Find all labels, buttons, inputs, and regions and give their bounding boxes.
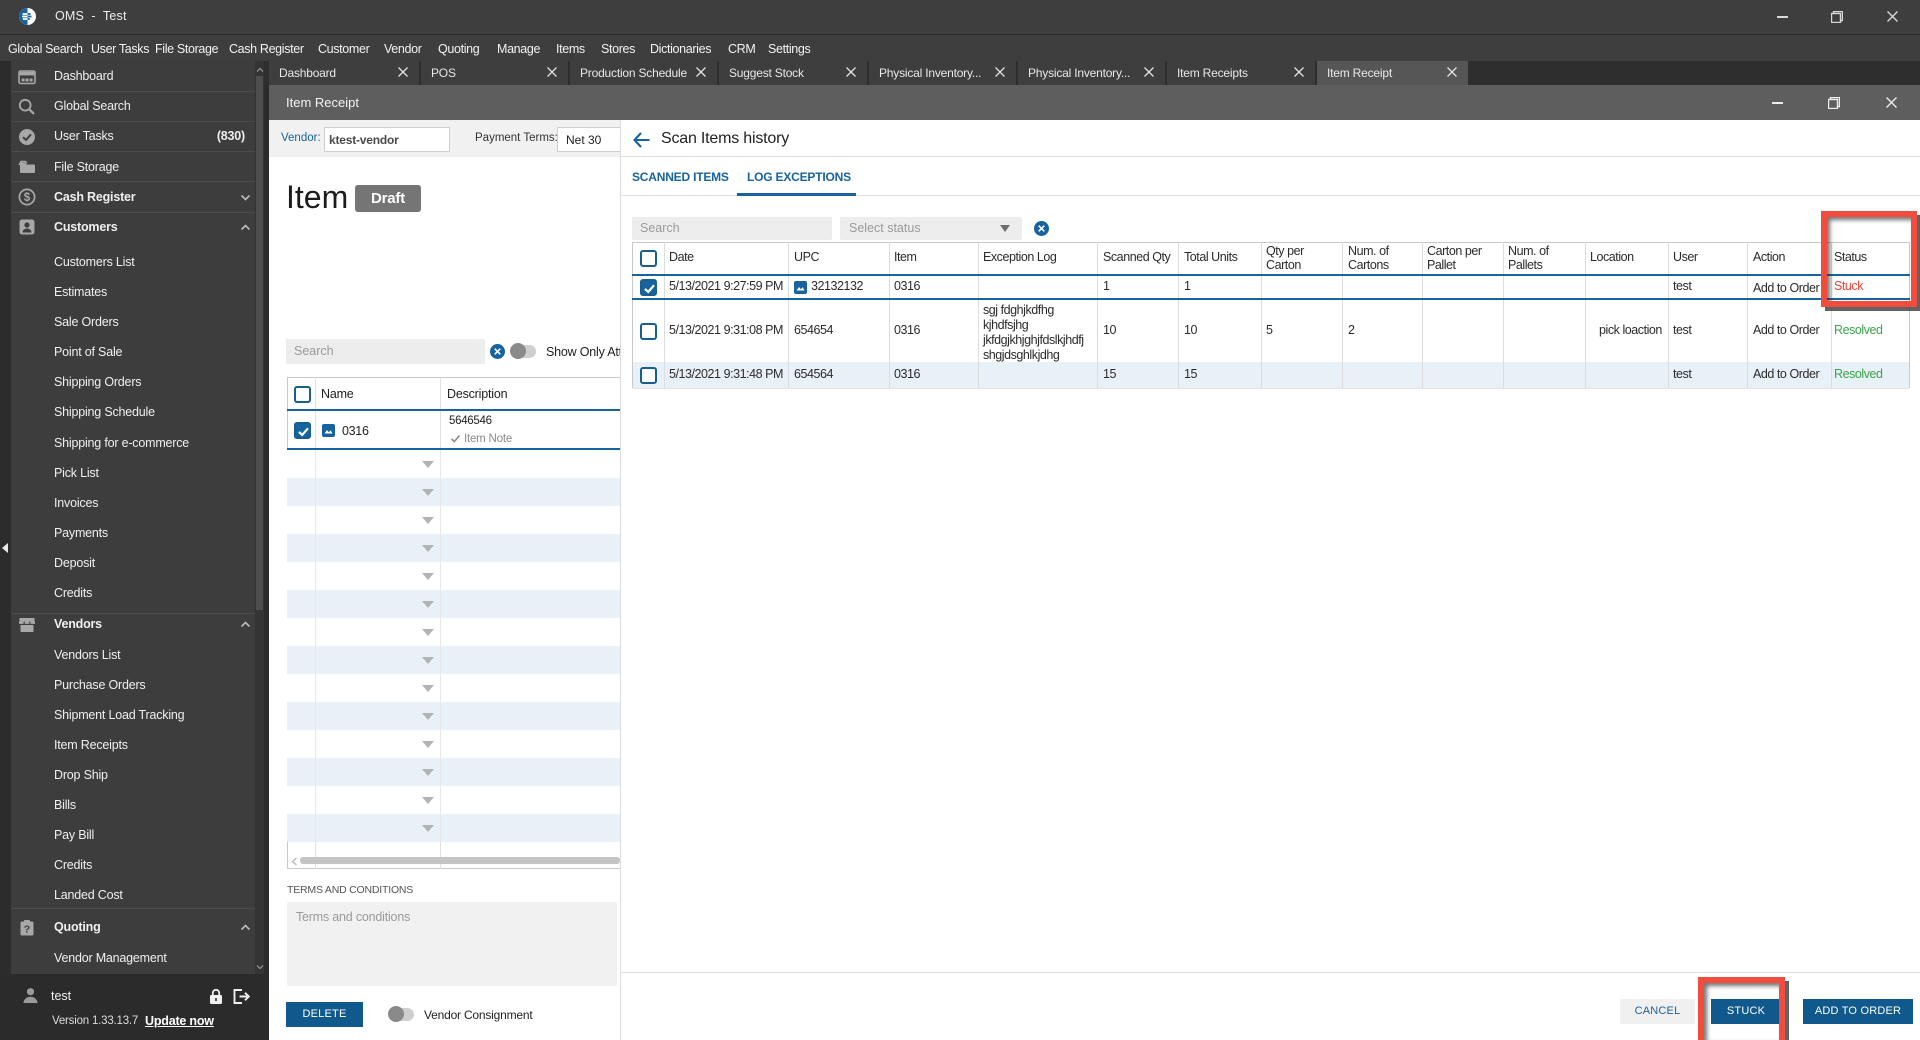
svg-text:$: $ <box>24 192 31 204</box>
svg-text:?: ? <box>24 923 30 935</box>
